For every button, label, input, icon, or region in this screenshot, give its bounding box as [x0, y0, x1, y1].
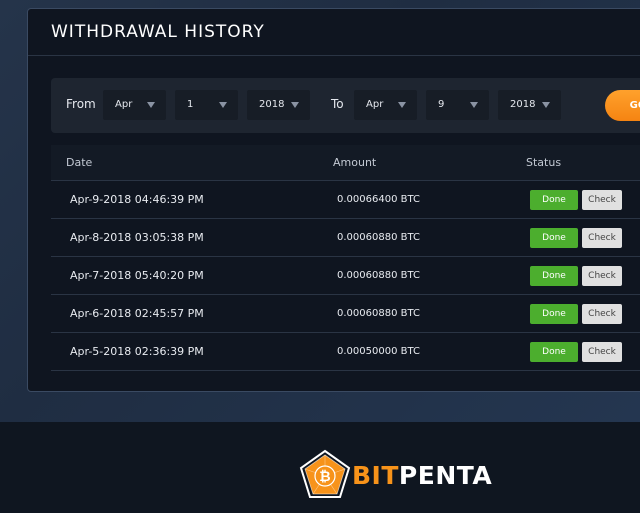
done-status-badge[interactable]: Done — [530, 266, 578, 286]
check-button[interactable]: Check — [582, 228, 622, 248]
row-amount: 0.00060880 BTC — [337, 308, 420, 319]
title-divider — [28, 55, 640, 56]
column-header-amount: Amount — [333, 156, 377, 169]
table-row: Apr-5-2018 02:36:39 PM 0.00050000 BTC Do… — [51, 333, 640, 371]
done-status-badge[interactable]: Done — [530, 342, 578, 362]
done-status-badge[interactable]: Done — [530, 190, 578, 210]
check-button[interactable]: Check — [582, 190, 622, 210]
row-date: Apr-5-2018 02:36:39 PM — [70, 345, 204, 358]
bitpenta-logo: ₿ BITPENTA — [298, 448, 492, 500]
done-status-badge[interactable]: Done — [530, 304, 578, 324]
caret-down-icon — [291, 102, 299, 108]
panel-title: WITHDRAWAL HISTORY — [51, 22, 265, 42]
table-row: Apr-8-2018 03:05:38 PM 0.00060880 BTC Do… — [51, 219, 640, 257]
from-day-value: 1 — [187, 99, 194, 110]
to-day-select[interactable]: 9 — [426, 90, 489, 120]
table-row: Apr-7-2018 05:40:20 PM 0.00060880 BTC Do… — [51, 257, 640, 295]
caret-down-icon — [147, 102, 155, 108]
logo-wordmark-bit: BIT — [352, 461, 399, 490]
row-date: Apr-8-2018 03:05:38 PM — [70, 231, 204, 244]
to-year-select[interactable]: 2018 — [498, 90, 561, 120]
from-day-select[interactable]: 1 — [175, 90, 238, 120]
row-date: Apr-6-2018 02:45:57 PM — [70, 307, 204, 320]
date-filter-bar: From Apr 1 2018 To Apr 9 2018 GO — [51, 78, 640, 133]
to-label: To — [331, 97, 344, 111]
row-amount: 0.00060880 BTC — [337, 270, 420, 281]
caret-down-icon — [219, 102, 227, 108]
from-month-select[interactable]: Apr — [103, 90, 166, 120]
check-button[interactable]: Check — [582, 266, 622, 286]
check-button[interactable]: Check — [582, 342, 622, 362]
to-year-value: 2018 — [510, 99, 536, 110]
from-year-value: 2018 — [259, 99, 285, 110]
table-row: Apr-9-2018 04:46:39 PM 0.00066400 BTC Do… — [51, 181, 640, 219]
from-month-value: Apr — [115, 99, 133, 110]
pentagon-bitcoin-icon: ₿ — [299, 449, 351, 498]
to-month-select[interactable]: Apr — [354, 90, 417, 120]
to-day-value: 9 — [438, 99, 445, 110]
from-year-select[interactable]: 2018 — [247, 90, 310, 120]
row-amount: 0.00050000 BTC — [337, 346, 420, 357]
logo-wordmark: BITPENTA — [352, 461, 492, 490]
table-row: Apr-6-2018 02:45:57 PM 0.00060880 BTC Do… — [51, 295, 640, 333]
logo-wordmark-penta: PENTA — [398, 461, 493, 490]
caret-down-icon — [542, 102, 550, 108]
go-button[interactable]: GO — [605, 90, 640, 121]
table-header: Date Amount Status — [51, 145, 640, 181]
row-date: Apr-7-2018 05:40:20 PM — [70, 269, 204, 282]
row-date: Apr-9-2018 04:46:39 PM — [70, 193, 204, 206]
from-label: From — [66, 97, 96, 111]
check-button[interactable]: Check — [582, 304, 622, 324]
caret-down-icon — [398, 102, 406, 108]
row-amount: 0.00060880 BTC — [337, 232, 420, 243]
withdrawal-history-panel: WITHDRAWAL HISTORY From Apr 1 2018 To Ap… — [27, 8, 640, 392]
row-amount: 0.00066400 BTC — [337, 194, 420, 205]
column-header-date: Date — [66, 156, 93, 169]
logo-icon-letter: ₿ — [319, 469, 330, 485]
to-month-value: Apr — [366, 99, 384, 110]
column-header-status: Status — [526, 156, 562, 169]
caret-down-icon — [470, 102, 478, 108]
done-status-badge[interactable]: Done — [530, 228, 578, 248]
